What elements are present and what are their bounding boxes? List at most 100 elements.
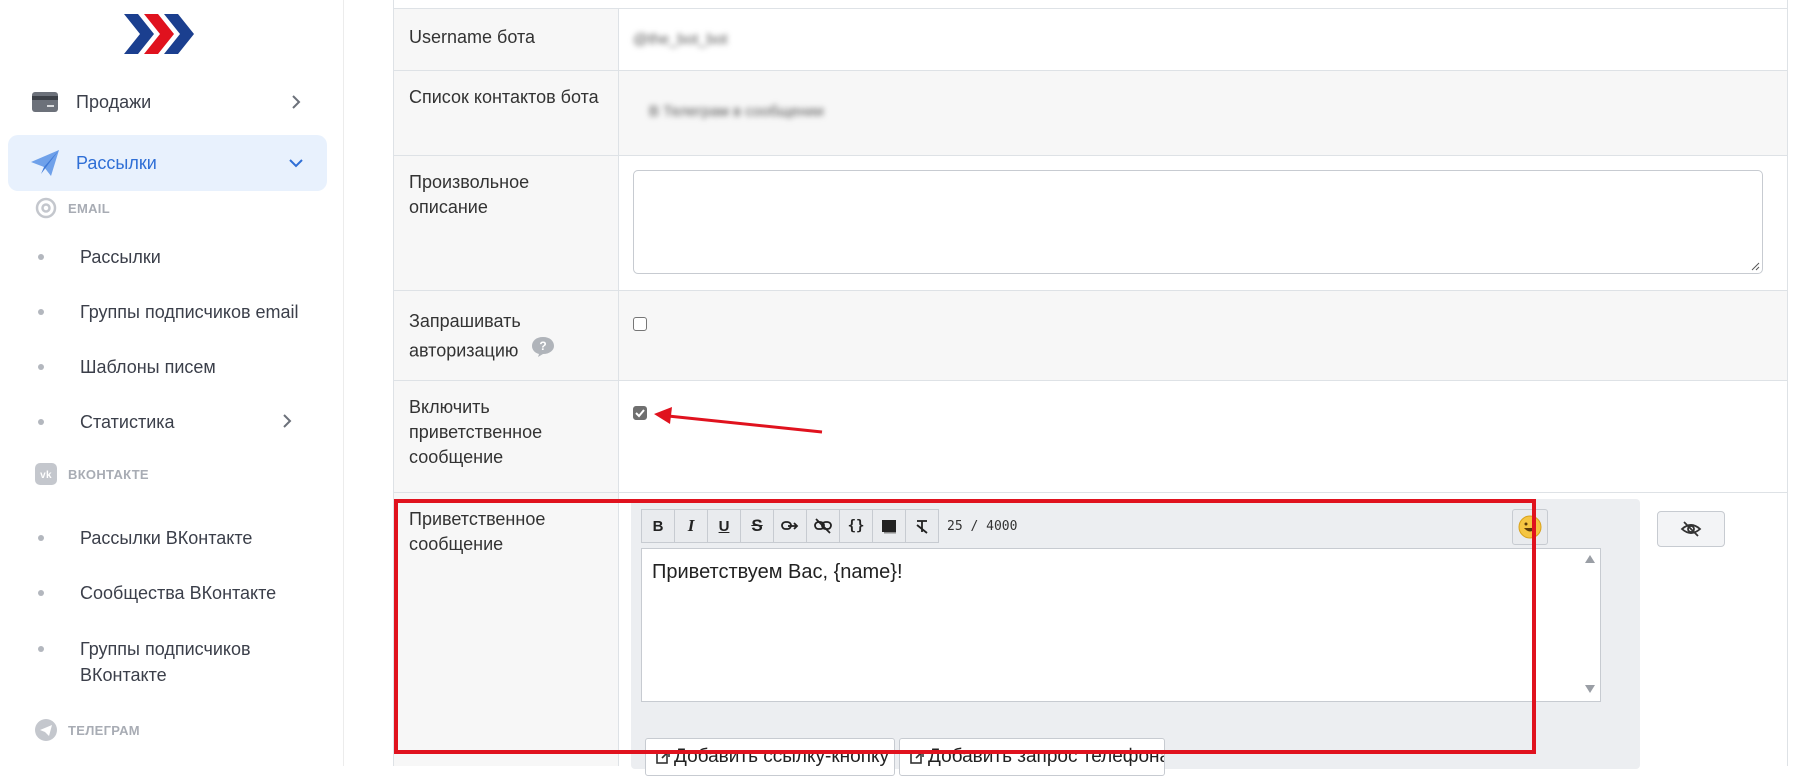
sidebar: Продажи Рассылки EMAIL Рассылки Группы п… bbox=[0, 0, 344, 766]
sidebar-item-label: Группы подписчиков email bbox=[80, 302, 299, 322]
auth-label: Запрашивать авторизацию bbox=[409, 311, 521, 361]
welcome-checkbox[interactable] bbox=[633, 406, 647, 420]
nav-sales[interactable]: Продажи bbox=[8, 74, 327, 130]
row-value bbox=[619, 291, 1787, 380]
row-value: @the_bot_bot bbox=[619, 9, 1787, 70]
add-phone-button[interactable]: Добавить запрос телефона bbox=[899, 738, 1165, 776]
at-sign-icon bbox=[34, 196, 58, 220]
message-editor: B I U S {} 25 / 4000 Приветствуем Вас, {… bbox=[631, 499, 1725, 776]
bot-contacts-value: В Телеграм в сообщении bbox=[649, 103, 824, 120]
section-email-label: EMAIL bbox=[68, 200, 110, 216]
chevron-right-icon bbox=[281, 94, 311, 110]
nav-sales-label: Продажи bbox=[76, 91, 152, 112]
underline-button[interactable]: U bbox=[707, 509, 741, 543]
section-telegram-label: ТЕЛЕГРАМ bbox=[68, 722, 140, 738]
underline-icon: U bbox=[718, 517, 730, 535]
italic-icon: I bbox=[687, 516, 695, 535]
add-link-label: Добавить ссылку-кнопку bbox=[674, 746, 890, 767]
section-vk-label: ВКОНТАКТЕ bbox=[68, 466, 149, 482]
link-icon bbox=[781, 521, 799, 530]
check-icon bbox=[635, 409, 645, 418]
sidebar-item-vk-groups[interactable]: Группы подписчиков ВКонтакте bbox=[38, 636, 328, 688]
char-counter: 25 / 4000 bbox=[947, 519, 1018, 534]
message-text: Приветствуем Вас, {name}! bbox=[652, 561, 903, 583]
chevron-down-icon bbox=[281, 158, 311, 168]
question-bubble-icon[interactable]: ? bbox=[531, 336, 555, 367]
nav-mailings[interactable]: Рассылки bbox=[8, 135, 327, 191]
row-label: Запрашивать авторизацию ? bbox=[394, 291, 619, 380]
add-link-button[interactable]: Добавить ссылку-кнопку bbox=[645, 738, 895, 776]
sidebar-item-vk-communities[interactable]: Сообщества ВКонтакте bbox=[38, 580, 328, 606]
row-auth: Запрашивать авторизацию ? bbox=[394, 290, 1787, 380]
clear-format-icon bbox=[916, 520, 928, 534]
row-label: Произвольное описание bbox=[394, 156, 619, 290]
row-contacts: Список контактов бота В Телеграм в сообщ… bbox=[394, 70, 1787, 155]
svg-text:?: ? bbox=[540, 339, 547, 353]
braces-icon: {} bbox=[847, 518, 865, 534]
row-value bbox=[619, 381, 1787, 492]
bullet bbox=[38, 535, 44, 541]
sidebar-item-label: Рассылки ВКонтакте bbox=[80, 528, 253, 548]
auth-checkbox[interactable] bbox=[633, 317, 647, 331]
external-link-icon bbox=[910, 750, 924, 764]
spoiler-button[interactable] bbox=[872, 509, 906, 543]
row-value: В Телеграм в сообщении bbox=[619, 71, 1787, 155]
section-telegram: ТЕЛЕГРАМ bbox=[34, 718, 140, 742]
row-welcome-message: Приветственное сообщение B I U S {} 25 /… bbox=[394, 492, 1787, 776]
row-value: B I U S {} 25 / 4000 Приветствуем Вас, {… bbox=[394, 493, 1787, 776]
chevron-right-icon bbox=[282, 410, 292, 436]
description-textarea[interactable] bbox=[633, 170, 1763, 274]
row-username: Username бота @the_bot_bot bbox=[394, 8, 1787, 70]
sidebar-item-vk-mailings[interactable]: Рассылки ВКонтакте bbox=[38, 525, 328, 551]
svg-text:vk: vk bbox=[40, 470, 52, 481]
bot-username-value: @the_bot_bot bbox=[633, 31, 728, 48]
section-email: EMAIL bbox=[34, 196, 110, 220]
bullet bbox=[38, 419, 44, 425]
row-label: Включить приветственное сообщение bbox=[394, 381, 619, 492]
sidebar-item-label: Рассылки bbox=[80, 247, 161, 267]
external-link-icon bbox=[656, 750, 670, 764]
bold-button[interactable]: B bbox=[641, 509, 675, 543]
bold-icon: B bbox=[652, 517, 664, 535]
clear-format-button[interactable] bbox=[905, 509, 939, 543]
link-button[interactable] bbox=[773, 509, 807, 543]
bullet bbox=[38, 309, 44, 315]
spoiler-icon bbox=[882, 520, 896, 534]
strikethrough-icon: S bbox=[751, 516, 763, 535]
telegram-icon bbox=[34, 718, 58, 742]
smiley-icon bbox=[1518, 515, 1542, 539]
sidebar-item-email-templates[interactable]: Шаблоны писем bbox=[38, 354, 328, 380]
bullet bbox=[38, 646, 44, 652]
row-welcome-toggle: Включить приветственное сообщение bbox=[394, 380, 1787, 492]
bullet bbox=[38, 590, 44, 596]
logo[interactable] bbox=[124, 10, 202, 63]
message-textarea[interactable]: Приветствуем Вас, {name}! bbox=[641, 548, 1601, 702]
paper-plane-icon bbox=[30, 150, 60, 176]
italic-button[interactable]: I bbox=[674, 509, 708, 543]
sidebar-item-email-groups[interactable]: Группы подписчиков email bbox=[38, 299, 328, 325]
sidebar-item-email-mailings[interactable]: Рассылки bbox=[38, 244, 328, 270]
strikethrough-button[interactable]: S bbox=[740, 509, 774, 543]
code-button[interactable]: {} bbox=[839, 509, 873, 543]
row-description: Произвольное описание bbox=[394, 155, 1787, 290]
sidebar-item-label: Шаблоны писем bbox=[80, 357, 216, 377]
bullet bbox=[38, 254, 44, 260]
preview-toggle-button[interactable] bbox=[1657, 511, 1725, 547]
section-vk: vk ВКОНТАКТЕ bbox=[34, 462, 149, 486]
scroll-up-icon[interactable] bbox=[1583, 553, 1597, 565]
unlink-icon bbox=[814, 518, 832, 534]
sidebar-item-email-stats[interactable]: Статистика bbox=[38, 409, 328, 436]
sidebar-item-label: Группы подписчиков ВКонтакте bbox=[80, 639, 251, 685]
bullet bbox=[38, 364, 44, 370]
sidebar-item-label: Статистика bbox=[80, 412, 175, 432]
unlink-button[interactable] bbox=[806, 509, 840, 543]
main-content: Username бота @the_bot_bot Список контак… bbox=[343, 0, 1796, 776]
row-label: Список контактов бота bbox=[394, 71, 619, 155]
emoji-button[interactable] bbox=[1512, 509, 1548, 545]
eye-slash-icon bbox=[1680, 521, 1702, 537]
row-label: Username бота bbox=[394, 9, 619, 70]
resize-grip-icon[interactable] bbox=[1750, 261, 1760, 271]
sidebar-item-label: Сообщества ВКонтакте bbox=[80, 583, 277, 603]
scroll-down-icon[interactable] bbox=[1583, 683, 1597, 695]
credit-card-icon bbox=[30, 89, 60, 115]
